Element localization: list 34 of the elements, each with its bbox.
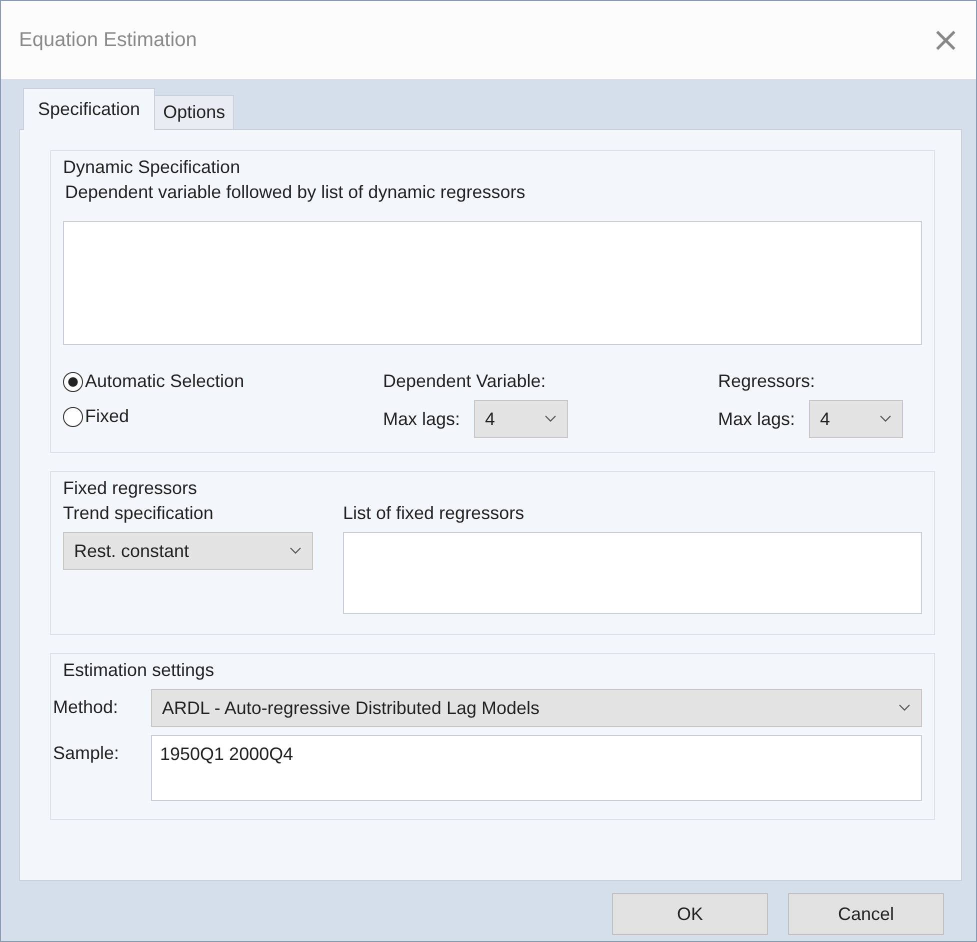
input-field[interactable] — [343, 532, 922, 614]
chevron-icon — [289, 547, 302, 555]
radio-icon[interactable] — [63, 406, 83, 426]
chevron-icon — [898, 704, 911, 712]
field-label: List of fixed regressors — [343, 503, 526, 524]
section-label: Regressors: — [718, 371, 816, 392]
chevron-icon — [544, 415, 558, 423]
method-dropdown[interactable]: ARDL - Auto-regressive Distributed Lag Models — [151, 689, 922, 727]
chevron-icon — [879, 415, 892, 423]
lags-dropdown[interactable]: 4 — [474, 400, 568, 438]
field-label: Max lags: — [718, 408, 796, 430]
field-label: Trend specification — [63, 503, 214, 524]
dialog-button[interactable]: OK — [612, 893, 768, 935]
radio-option[interactable]: Automatic Selection — [63, 371, 363, 392]
field-label: Max lags: — [383, 408, 460, 430]
window-title: Equation Estimation — [19, 28, 197, 52]
trend-dropdown[interactable]: Rest. constant — [63, 532, 313, 570]
field-label: Dependent variable followed by list of dynamic regressors — [65, 182, 526, 203]
sample-field[interactable]: 1950Q1 2000Q4 — [151, 735, 922, 801]
input-field[interactable] — [63, 221, 922, 345]
radio-label: Fixed — [85, 406, 130, 427]
field-label: Sample: — [53, 742, 120, 764]
lags-dropdown[interactable]: 4 — [809, 400, 904, 438]
group-title: Estimation settings — [63, 660, 214, 681]
field-label: Method: — [53, 696, 120, 718]
dialog-button[interactable]: Cancel — [788, 893, 944, 935]
group-title: Dynamic Specification — [63, 157, 240, 178]
tab[interactable]: Options — [154, 95, 234, 129]
radio-option[interactable]: Fixed — [63, 406, 363, 427]
section-label: Dependent Variable: — [383, 371, 547, 392]
radio-label: Automatic Selection — [85, 371, 244, 392]
group-title: Fixed regressors — [63, 478, 198, 499]
tab[interactable]: Specification — [23, 88, 156, 130]
radio-icon[interactable] — [63, 372, 83, 392]
